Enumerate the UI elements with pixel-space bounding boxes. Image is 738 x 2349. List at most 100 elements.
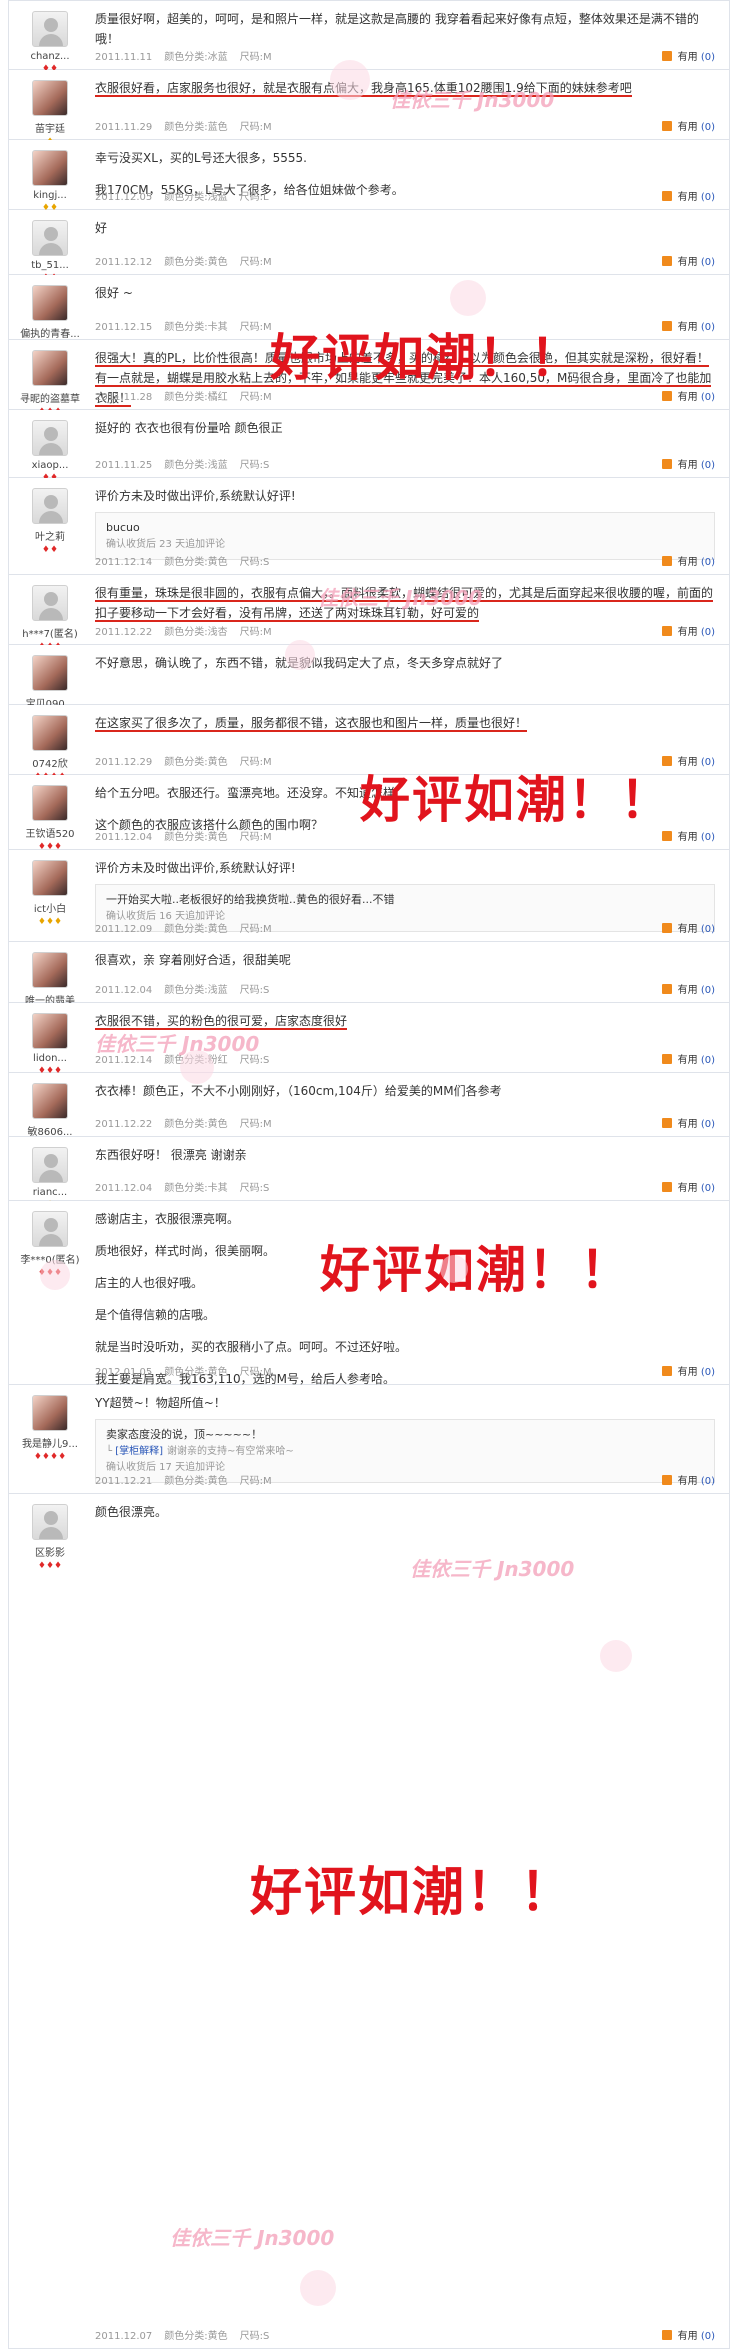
report-flag-icon[interactable] bbox=[661, 1366, 672, 1376]
avatar[interactable] bbox=[32, 860, 68, 896]
useful-count[interactable]: (0) bbox=[701, 1183, 715, 1194]
avatar[interactable] bbox=[32, 1147, 68, 1183]
avatar[interactable] bbox=[32, 715, 68, 751]
useful-button[interactable]: 有用 (0) bbox=[661, 318, 715, 333]
avatar[interactable] bbox=[32, 785, 68, 821]
useful-button[interactable]: 有用 (0) bbox=[661, 456, 715, 471]
report-flag-icon[interactable] bbox=[661, 923, 672, 933]
reviewer-name[interactable]: 区影影 bbox=[9, 1544, 91, 1559]
useful-count[interactable]: (0) bbox=[701, 52, 715, 63]
useful-button[interactable]: 有用 (0) bbox=[661, 1051, 715, 1066]
reviewer-name[interactable]: tb_51... bbox=[9, 260, 91, 271]
useful-button[interactable]: 有用 (0) bbox=[661, 753, 715, 768]
avatar[interactable] bbox=[32, 420, 68, 456]
useful-count[interactable]: (0) bbox=[701, 985, 715, 996]
avatar[interactable] bbox=[32, 1013, 68, 1049]
useful-count[interactable]: (0) bbox=[701, 924, 715, 935]
review-date: 2011.12.15 bbox=[95, 322, 153, 333]
useful-button[interactable]: 有用 (0) bbox=[661, 1115, 715, 1130]
useful-button[interactable]: 有用 (0) bbox=[661, 253, 715, 268]
report-flag-icon[interactable] bbox=[661, 51, 672, 61]
reviewer-name[interactable]: kingj... bbox=[9, 190, 91, 201]
useful-count[interactable]: (0) bbox=[701, 557, 715, 568]
useful-button[interactable]: 有用 (0) bbox=[661, 118, 715, 133]
reviewer-name[interactable]: 敏8606... bbox=[9, 1123, 91, 1138]
useful-button[interactable]: 有用 (0) bbox=[661, 2327, 715, 2342]
avatar[interactable] bbox=[32, 285, 68, 321]
review-text: 衣服很好看，店家服务也很好，就是衣服有点偏大，我身高165.体重102腰围1.9… bbox=[95, 78, 715, 98]
useful-count[interactable]: (0) bbox=[701, 627, 715, 638]
reviewer-name[interactable]: h***7(匿名) bbox=[9, 625, 91, 640]
useful-count[interactable]: (0) bbox=[701, 1367, 715, 1378]
reviewer-name[interactable]: 叶之莉 bbox=[9, 528, 91, 543]
report-flag-icon[interactable] bbox=[661, 191, 672, 201]
reviewer-name[interactable]: 我是静儿9... bbox=[9, 1435, 91, 1450]
report-flag-icon[interactable] bbox=[661, 756, 672, 766]
useful-count[interactable]: (0) bbox=[701, 192, 715, 203]
report-flag-icon[interactable] bbox=[661, 831, 672, 841]
report-flag-icon[interactable] bbox=[661, 459, 672, 469]
reviewer-name[interactable]: rianc... bbox=[9, 1187, 91, 1198]
avatar[interactable] bbox=[32, 1504, 68, 1540]
reviewer-name[interactable]: xiaop... bbox=[9, 460, 91, 471]
report-flag-icon[interactable] bbox=[661, 1118, 672, 1128]
avatar[interactable] bbox=[32, 150, 68, 186]
reviewer-name[interactable]: 偏执的青春... bbox=[9, 325, 91, 340]
useful-button[interactable]: 有用 (0) bbox=[661, 553, 715, 568]
report-flag-icon[interactable] bbox=[661, 984, 672, 994]
avatar[interactable] bbox=[32, 1395, 68, 1431]
useful-button[interactable]: 有用 (0) bbox=[661, 1179, 715, 1194]
report-flag-icon[interactable] bbox=[661, 626, 672, 636]
reviewer-name[interactable]: chanz... bbox=[9, 51, 91, 62]
useful-count[interactable]: (0) bbox=[701, 1119, 715, 1130]
useful-count[interactable]: (0) bbox=[701, 257, 715, 268]
review-date: 2011.11.11 bbox=[95, 52, 153, 63]
useful-count[interactable]: (0) bbox=[701, 1055, 715, 1066]
reviewer-name[interactable]: 0742欣 bbox=[9, 755, 91, 770]
reviewer-name[interactable]: 苗宇廷 bbox=[9, 120, 91, 135]
useful-button[interactable]: 有用 (0) bbox=[661, 388, 715, 403]
useful-count[interactable]: (0) bbox=[701, 2331, 715, 2342]
avatar[interactable] bbox=[32, 952, 68, 988]
useful-count[interactable]: (0) bbox=[701, 122, 715, 133]
reviewer-name[interactable]: lidon... bbox=[9, 1053, 91, 1064]
useful-button[interactable]: 有用 (0) bbox=[661, 920, 715, 935]
report-flag-icon[interactable] bbox=[661, 256, 672, 266]
useful-count[interactable]: (0) bbox=[701, 757, 715, 768]
useful-button[interactable]: 有用 (0) bbox=[661, 48, 715, 63]
report-flag-icon[interactable] bbox=[661, 2330, 672, 2340]
useful-button[interactable]: 有用 (0) bbox=[661, 1363, 715, 1378]
avatar[interactable] bbox=[32, 655, 68, 691]
avatar[interactable] bbox=[32, 11, 68, 47]
report-flag-icon[interactable] bbox=[661, 1182, 672, 1192]
avatar[interactable] bbox=[32, 1211, 68, 1247]
avatar[interactable] bbox=[32, 350, 68, 386]
review-text: 很好 ~ bbox=[95, 283, 715, 303]
reviewer-name[interactable]: 王钦语520 bbox=[9, 825, 91, 840]
useful-count[interactable]: (0) bbox=[701, 322, 715, 333]
useful-count[interactable]: (0) bbox=[701, 1476, 715, 1487]
avatar[interactable] bbox=[32, 585, 68, 621]
useful-button[interactable]: 有用 (0) bbox=[661, 1472, 715, 1487]
useful-count[interactable]: (0) bbox=[701, 392, 715, 403]
useful-button[interactable]: 有用 (0) bbox=[661, 828, 715, 843]
useful-button[interactable]: 有用 (0) bbox=[661, 188, 715, 203]
useful-count[interactable]: (0) bbox=[701, 832, 715, 843]
avatar[interactable] bbox=[32, 488, 68, 524]
reviewer-name[interactable]: ict小白 bbox=[9, 900, 91, 915]
report-flag-icon[interactable] bbox=[661, 556, 672, 566]
useful-count[interactable]: (0) bbox=[701, 460, 715, 471]
report-flag-icon[interactable] bbox=[661, 391, 672, 401]
report-flag-icon[interactable] bbox=[661, 321, 672, 331]
report-flag-icon[interactable] bbox=[661, 1054, 672, 1064]
report-flag-icon[interactable] bbox=[661, 1475, 672, 1485]
reviewer-name[interactable]: 寻昵的盗墓草 bbox=[9, 390, 91, 405]
useful-button[interactable]: 有用 (0) bbox=[661, 981, 715, 996]
report-flag-icon[interactable] bbox=[661, 121, 672, 131]
avatar[interactable] bbox=[32, 220, 68, 256]
reviewer-name[interactable]: 李***0(匿名) bbox=[9, 1251, 91, 1266]
review-text: 在这家买了很多次了，质量，服务都很不错，这衣服也和图片一样，质量也很好！ bbox=[95, 713, 715, 733]
avatar[interactable] bbox=[32, 80, 68, 116]
avatar[interactable] bbox=[32, 1083, 68, 1119]
useful-button[interactable]: 有用 (0) bbox=[661, 623, 715, 638]
